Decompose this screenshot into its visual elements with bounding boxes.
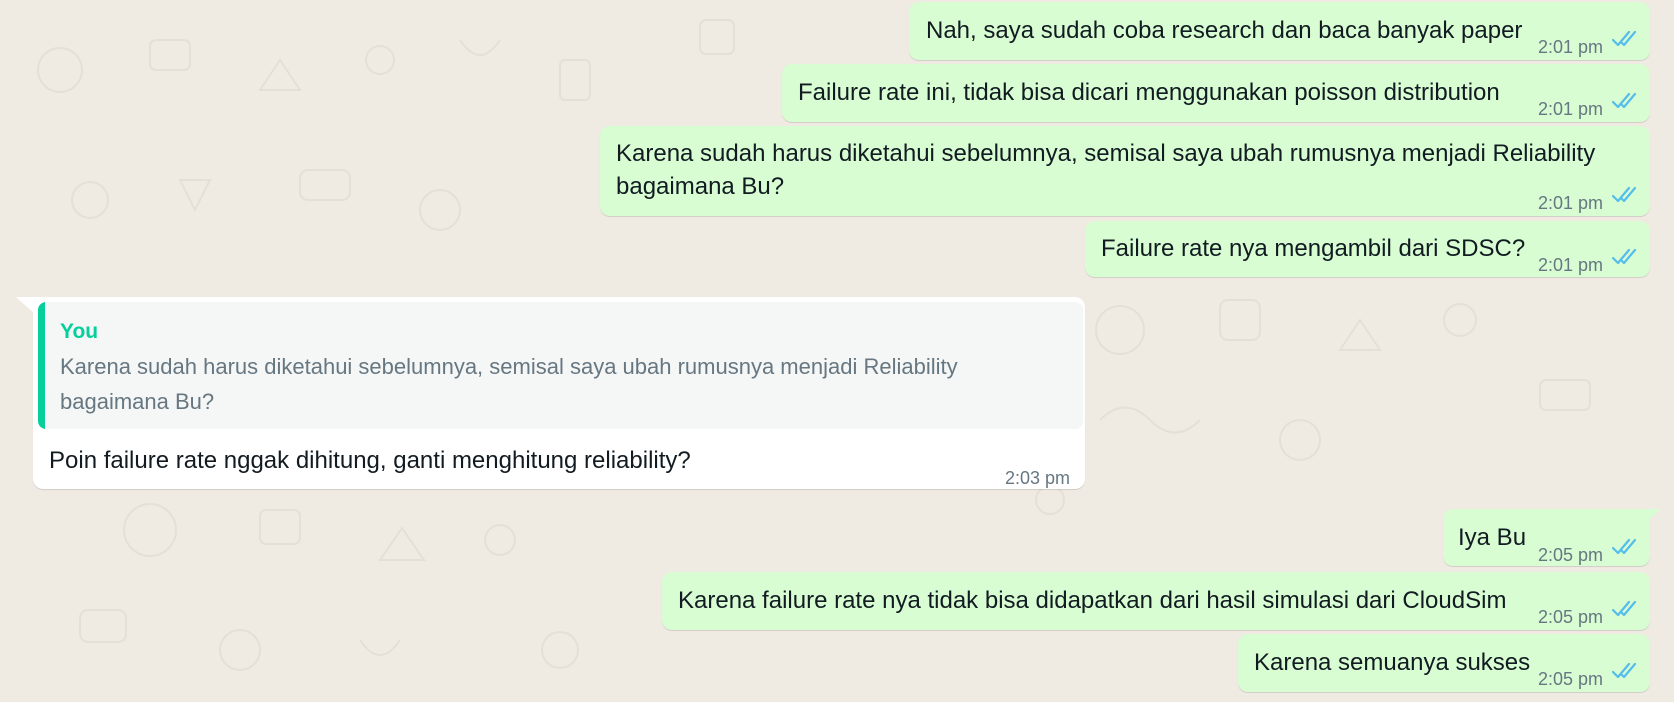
- message-time: 2:05 pm: [1538, 607, 1604, 627]
- outgoing-message[interactable]: Iya Bu 2:05 pm: [1443, 509, 1650, 566]
- outgoing-message[interactable]: Karena semuanya sukses 2:05 pm: [1238, 634, 1650, 692]
- message-text: Nah, saya sudah coba research dan baca b…: [926, 17, 1523, 44]
- message-text: Failure rate ini, tidak bisa dicari meng…: [798, 79, 1500, 106]
- message-text: Karena semuanya sukses: [1254, 649, 1531, 676]
- message-time: 2:01 pm: [1538, 193, 1604, 213]
- message-time: 2:01 pm: [1538, 255, 1604, 275]
- message-text: Iya Bu: [1458, 524, 1527, 551]
- message-text: Karena sudah harus diketahui sebelumnya,…: [616, 140, 1596, 200]
- read-ticks-icon: [1612, 92, 1637, 109]
- message-time: 2:01 pm: [1538, 37, 1604, 57]
- message-time: 2:05 pm: [1538, 669, 1604, 689]
- message-text: Karena failure rate nya tidak bisa didap…: [678, 587, 1507, 614]
- outgoing-message[interactable]: Karena failure rate nya tidak bisa didap…: [662, 572, 1650, 630]
- outgoing-message[interactable]: Nah, saya sudah coba research dan baca b…: [909, 2, 1650, 60]
- outgoing-message[interactable]: Failure rate nya mengambil dari SDSC? 2:…: [1085, 221, 1650, 277]
- chat-message-list[interactable]: Nah, saya sudah coba research dan baca b…: [0, 0, 1674, 702]
- message-time: 2:03 pm: [1005, 468, 1071, 488]
- read-ticks-icon: [1612, 248, 1637, 265]
- message-text: Failure rate nya mengambil dari SDSC?: [1101, 235, 1526, 262]
- read-ticks-icon: [1612, 186, 1637, 203]
- read-ticks-icon: [1612, 600, 1637, 617]
- quote-author: You: [60, 320, 99, 343]
- incoming-reply-message[interactable]: You Karena sudah harus diketahui sebelum…: [33, 297, 1085, 489]
- message-text: Poin failure rate nggak dihitung, ganti …: [49, 447, 691, 474]
- read-ticks-icon: [1612, 538, 1637, 555]
- quote-text: Karena sudah harus diketahui sebelumnya,…: [60, 354, 958, 414]
- outgoing-message[interactable]: Failure rate ini, tidak bisa dicari meng…: [782, 64, 1650, 122]
- outgoing-message[interactable]: Karena sudah harus diketahui sebelumnya,…: [600, 126, 1650, 216]
- read-ticks-icon: [1612, 662, 1637, 679]
- message-time: 2:01 pm: [1538, 99, 1604, 119]
- quote-accent-bar: [38, 302, 45, 429]
- read-ticks-icon: [1612, 30, 1637, 47]
- message-time: 2:05 pm: [1538, 545, 1604, 565]
- quoted-message[interactable]: You Karena sudah harus diketahui sebelum…: [38, 302, 1083, 429]
